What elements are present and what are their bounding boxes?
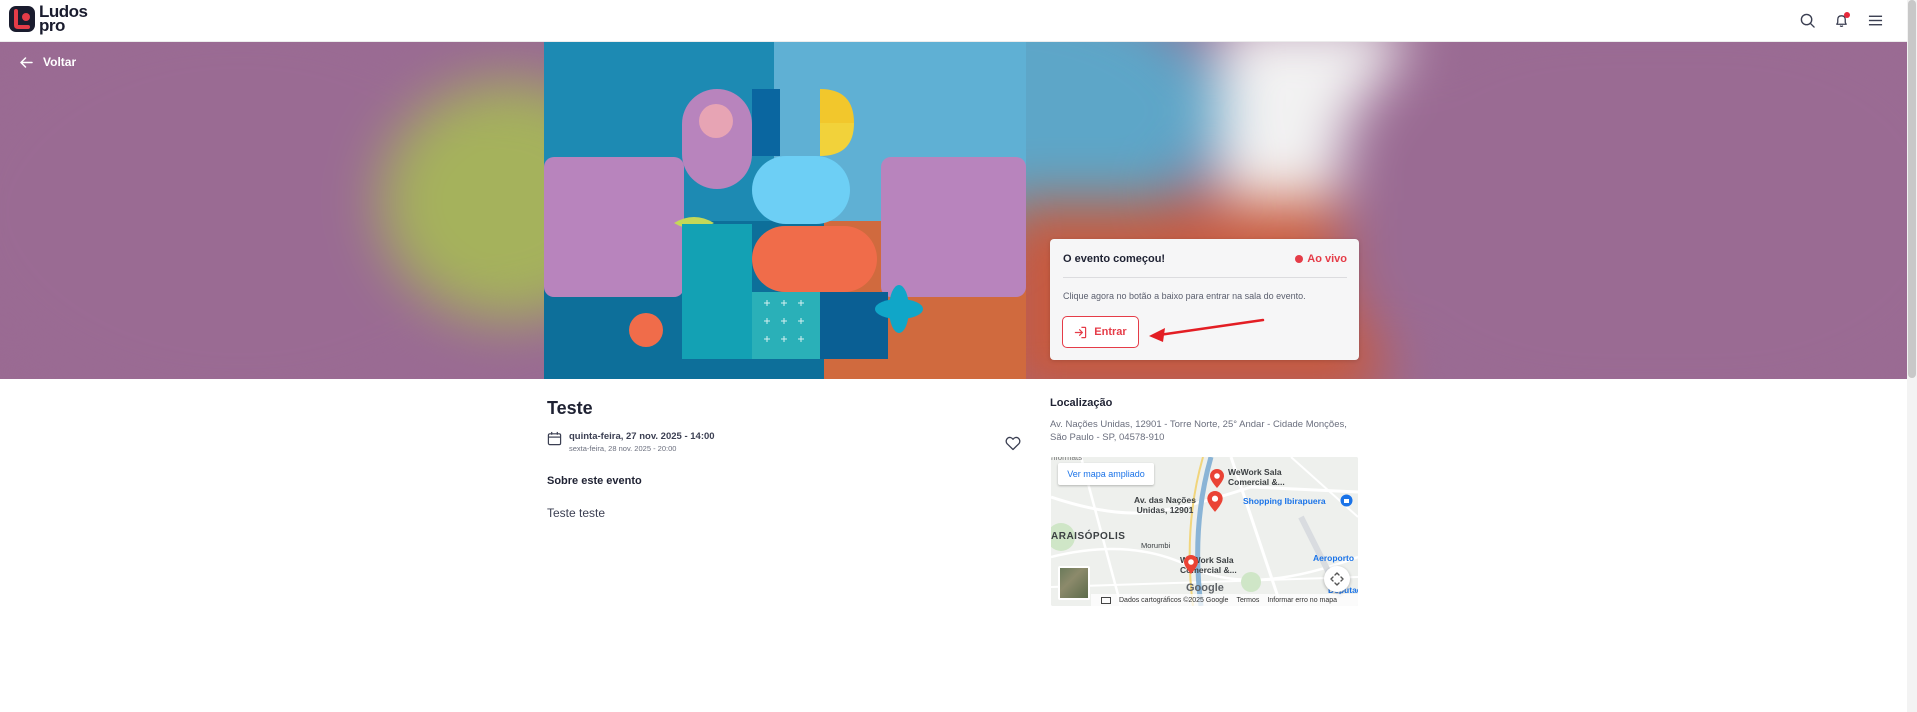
map-report-link[interactable]: Informar erro no mapa	[1267, 597, 1337, 604]
logo-wordmark: Ludos pro	[39, 2, 88, 35]
sign-in-icon	[1075, 326, 1087, 338]
satellite-view-thumbnail[interactable]	[1058, 566, 1090, 600]
page-scrollbar[interactable]	[1907, 0, 1917, 712]
ludos-pro-logo[interactable]: Ludos pro	[8, 3, 88, 35]
arrow-left-icon	[20, 56, 33, 68]
map-pin-icon	[1210, 469, 1224, 488]
keyboard-shortcuts-icon[interactable]	[1101, 596, 1111, 604]
map-label-shopping: Shopping Ibirapuera	[1243, 496, 1326, 506]
event-title: Teste	[547, 398, 593, 418]
map-data-attribution: Dados cartográficos ©2025 Google	[1119, 596, 1229, 604]
view-larger-map-button[interactable]: Ver mapa ampliado	[1058, 463, 1154, 485]
map-label-av-nacoes: Av. das Nações Unidas, 12901	[1134, 495, 1196, 515]
notification-bell-icon[interactable]	[1831, 10, 1851, 30]
map-label-paraisopolis: ARAISÓPOLIS	[1051, 531, 1126, 542]
map-label-aeroporto: Aeroporto	[1313, 553, 1355, 563]
notification-badge	[1844, 12, 1850, 18]
live-dot-icon	[1295, 255, 1304, 263]
search-icon[interactable]	[1797, 10, 1817, 30]
event-date: quinta-feira, 27 nov. 2025 - 14:00 sexta…	[547, 431, 715, 453]
map-pin-icon	[1184, 555, 1198, 574]
card-divider	[1063, 277, 1347, 278]
enter-button[interactable]: Entrar	[1062, 316, 1139, 348]
logo-mark-icon	[9, 6, 35, 32]
location-address: Av. Nações Unidas, 12901 - Torre Norte, …	[1050, 419, 1347, 443]
map-label-wework-1: WeWork Sala Comercial &...	[1228, 467, 1285, 487]
annotation-arrow-icon	[1149, 318, 1265, 342]
map-label-top: nformats	[1051, 457, 1083, 462]
shopping-poi-icon	[1340, 494, 1353, 507]
top-bar: Ludos pro	[0, 0, 1907, 42]
embedded-map[interactable]: Ver mapa ampliado nformats WeWork Sala C…	[1051, 457, 1358, 606]
calendar-icon	[547, 431, 562, 446]
event-hero-banner: Voltar	[0, 41, 1907, 379]
favorite-heart-icon[interactable]	[1005, 436, 1021, 456]
scrollbar-thumb[interactable]	[1908, 0, 1916, 378]
fullscreen-map-icon[interactable]	[1324, 566, 1350, 592]
card-title: O evento começou!	[1063, 253, 1166, 265]
about-heading: Sobre este evento	[547, 475, 642, 487]
map-pin-icon	[1207, 491, 1223, 512]
location-heading: Localização	[1050, 397, 1113, 409]
google-logo: Google	[1186, 582, 1224, 594]
menu-icon[interactable]	[1865, 10, 1885, 30]
event-cover-artwork	[544, 41, 1026, 379]
event-end-date: sexta-feira, 28 nov. 2025 - 20:00	[569, 444, 677, 453]
map-label-morumbi: Morumbi	[1141, 541, 1171, 550]
map-terms-link[interactable]: Termos	[1236, 597, 1259, 604]
event-start-date: quinta-feira, 27 nov. 2025 - 14:00	[569, 431, 715, 442]
map-footer: Dados cartográficos ©2025 Google Termos …	[1091, 594, 1358, 606]
event-description: Teste teste	[547, 506, 606, 520]
back-link[interactable]: Voltar	[20, 55, 76, 69]
back-label: Voltar	[43, 55, 77, 69]
live-status-badge: Ao vivo	[1295, 253, 1347, 265]
card-description: Clique agora no botão a baixo para entra…	[1063, 291, 1306, 301]
